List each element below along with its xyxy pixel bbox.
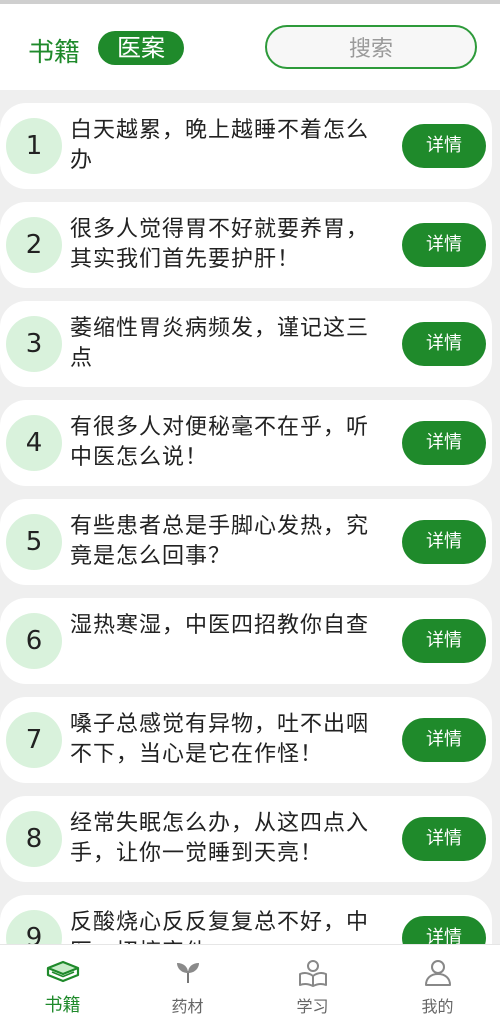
user-icon — [424, 960, 451, 986]
detail-button[interactable]: 详情 — [402, 124, 486, 168]
item-number: 8 — [6, 811, 62, 867]
tab-cases[interactable]: 医案 — [98, 31, 184, 65]
detail-button[interactable]: 详情 — [402, 520, 486, 564]
list-item[interactable]: 4 有很多人对便秘毫不在乎，听中医怎么说！ 详情 — [0, 400, 492, 486]
list-item[interactable]: 3 萎缩性胃炎病频发，谨记这三点 详情 — [0, 301, 492, 387]
leaf-icon — [176, 963, 199, 983]
list-item[interactable]: 6 湿热寒湿，中医四招教你自查 详情 — [0, 598, 492, 684]
item-number: 1 — [6, 118, 62, 174]
list-item[interactable]: 1 白天越累，晚上越睡不着怎么办 详情 — [0, 103, 492, 189]
tabbar-label: 学习 — [296, 997, 329, 1016]
list-item[interactable]: 5 有些患者总是手脚心发热，究竟是怎么回事？ 详情 — [0, 499, 492, 585]
item-number: 2 — [6, 217, 62, 273]
item-number: 9 — [6, 910, 62, 944]
bottom-tab-bar: 书籍 药材 学习 我的 — [0, 944, 500, 1024]
list-item[interactable]: 2 很多人觉得胃不好就要养胃，其实我们首先要护肝！ 详情 — [0, 202, 492, 288]
item-title: 嗓子总感觉有异物，吐不出咽不下，当心是它在作怪！ — [70, 712, 370, 767]
tabbar-item-mine[interactable]: 我的 — [375, 945, 500, 1024]
list-item[interactable]: 8 经常失眠怎么办，从这四点入手，让你一觉睡到天亮！ 详情 — [0, 796, 492, 882]
tabbar-label: 药材 — [171, 997, 204, 1016]
item-number: 3 — [6, 316, 62, 372]
item-title: 很多人觉得胃不好就要养胃，其实我们首先要护肝！ — [70, 217, 370, 272]
detail-button[interactable]: 详情 — [402, 223, 486, 267]
tabbar-item-herbs[interactable]: 药材 — [125, 945, 250, 1024]
tabbar-item-books[interactable]: 书籍 — [0, 945, 125, 1024]
item-title: 有很多人对便秘毫不在乎，听中医怎么说！ — [70, 415, 370, 470]
item-title: 经常失眠怎么办，从这四点入手，让你一觉睡到天亮！ — [70, 811, 370, 866]
detail-button[interactable]: 详情 — [402, 718, 486, 762]
book-icon — [46, 960, 79, 983]
item-number: 4 — [6, 415, 62, 471]
search-placeholder: 搜索 — [348, 37, 393, 62]
header: 书籍 医案 搜索 — [0, 4, 500, 90]
tabbar-item-study[interactable]: 学习 — [250, 945, 375, 1024]
item-number: 5 — [6, 514, 62, 570]
detail-button[interactable]: 详情 — [402, 817, 486, 861]
detail-button[interactable]: 详情 — [402, 916, 486, 944]
tabbar-label: 书籍 — [44, 995, 81, 1016]
list-item[interactable]: 7 嗓子总感觉有异物，吐不出咽不下，当心是它在作怪！ 详情 — [0, 697, 492, 783]
list-item[interactable]: 9 反酸烧心反反复复总不好，中医一招搞定他 详情 — [0, 895, 492, 944]
item-title: 白天越累，晚上越睡不着怎么办 — [70, 118, 370, 173]
item-number: 6 — [6, 613, 62, 669]
item-title: 有些患者总是手脚心发热，究竟是怎么回事？ — [70, 514, 370, 569]
tab-books[interactable]: 书籍 — [28, 32, 80, 69]
detail-button[interactable]: 详情 — [402, 619, 486, 663]
item-title: 湿热寒湿，中医四招教你自查 — [70, 613, 370, 638]
article-list[interactable]: 1 白天越累，晚上越睡不着怎么办 详情 2 很多人觉得胃不好就要养胃，其实我们首… — [0, 90, 500, 944]
detail-button[interactable]: 详情 — [402, 322, 486, 366]
study-icon — [298, 960, 327, 987]
detail-button[interactable]: 详情 — [402, 421, 486, 465]
item-title: 反酸烧心反反复复总不好，中医一招搞定他 — [70, 910, 370, 944]
item-title: 萎缩性胃炎病频发，谨记这三点 — [70, 316, 370, 371]
tabbar-label: 我的 — [421, 997, 454, 1016]
item-number: 7 — [6, 712, 62, 768]
search-input[interactable]: 搜索 — [265, 25, 477, 69]
